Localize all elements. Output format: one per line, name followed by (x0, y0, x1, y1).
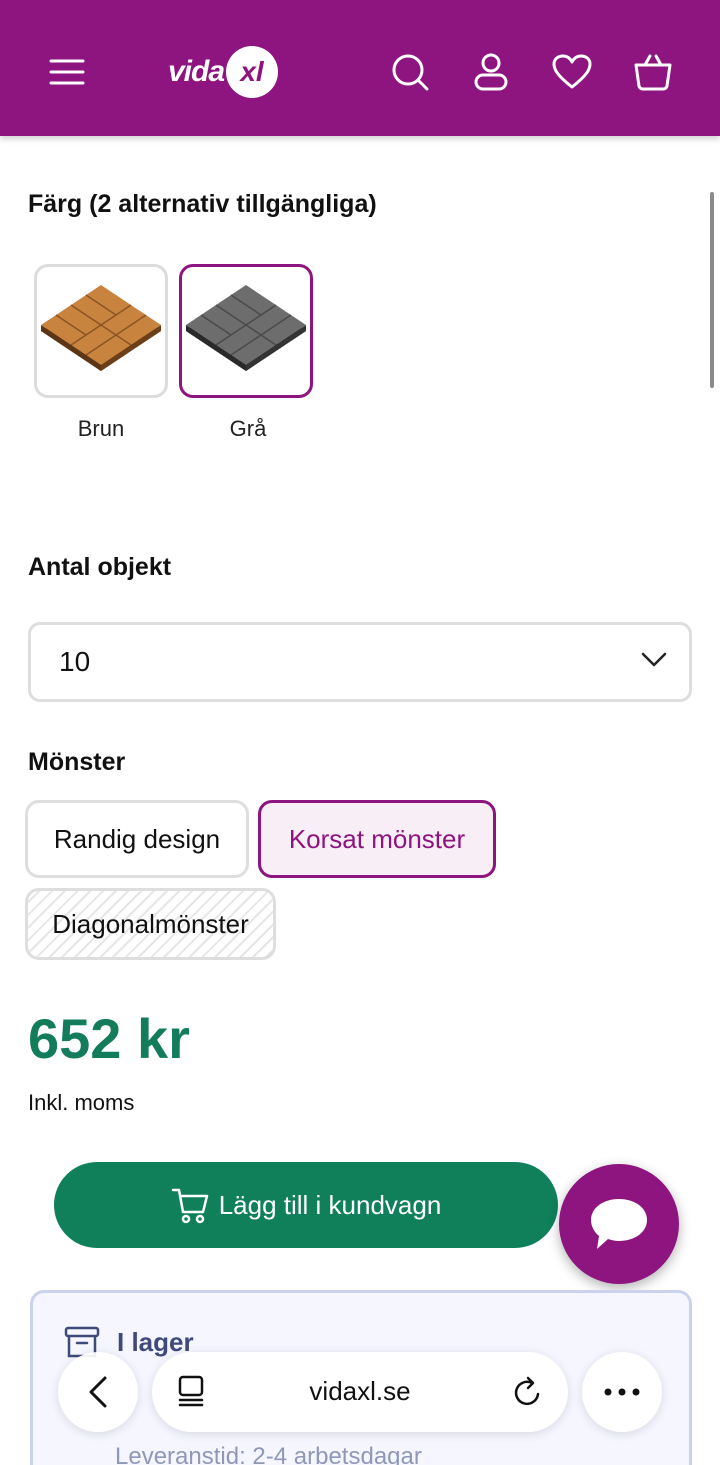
reload-icon[interactable] (510, 1374, 544, 1410)
chat-bubble-icon (591, 1199, 647, 1249)
swatch-label-grey: Grå (229, 416, 267, 441)
pattern-option-crossed[interactable]: Korsat mönster (258, 800, 496, 878)
swatch-label-brown: Brun (77, 416, 125, 441)
pattern-section-title: Mönster (28, 748, 126, 776)
swatch-brown[interactable] (34, 264, 168, 398)
browser-back-button[interactable] (58, 1352, 138, 1432)
logo-text: vida (168, 55, 225, 88)
account-icon[interactable] (459, 40, 523, 104)
add-to-cart-label: Lägg till i kundvagn (218, 1189, 442, 1220)
more-dots-icon (604, 1388, 640, 1396)
quantity-value: 10 (59, 646, 91, 677)
page: vida xl Färg (2 alternativ tillgängliga) (0, 0, 720, 1465)
quantity-select[interactable]: 10 (28, 622, 692, 702)
menu-icon[interactable] (35, 40, 99, 104)
grey-tile-image (186, 285, 306, 371)
cart-icon (171, 1188, 208, 1224)
site-header: vida xl (0, 0, 720, 136)
scrollbar[interactable] (710, 192, 714, 388)
price: 652 kr (28, 1007, 190, 1070)
brown-tile-image (41, 285, 161, 371)
add-to-cart-button[interactable]: Lägg till i kundvagn (54, 1162, 558, 1248)
vat-note: Inkl. moms (28, 1090, 135, 1115)
chat-button[interactable] (559, 1164, 679, 1284)
swatch-grey[interactable] (179, 264, 313, 398)
pattern-option-striped[interactable]: Randig design (25, 800, 249, 878)
delivery-time: Leveranstid: 2-4 arbetsdagar (115, 1443, 422, 1465)
vidaxl-logo[interactable]: vida xl (168, 44, 279, 100)
chevron-down-icon (641, 652, 667, 667)
browser-address-bar[interactable]: vidaxl.se (152, 1352, 568, 1432)
heart-icon[interactable] (540, 40, 604, 104)
browser-url: vidaxl.se (309, 1376, 411, 1406)
pattern-option-diagonal[interactable]: Diagonalmönster (25, 888, 276, 960)
quantity-section-title: Antal objekt (28, 553, 172, 581)
basket-icon[interactable] (621, 40, 685, 104)
browser-more-button[interactable] (582, 1352, 662, 1432)
search-icon[interactable] (378, 40, 442, 104)
chevron-left-icon (89, 1376, 107, 1408)
logo-mark: xl (226, 46, 279, 98)
color-section-title: Färg (2 alternativ tillgängliga) (28, 190, 377, 218)
